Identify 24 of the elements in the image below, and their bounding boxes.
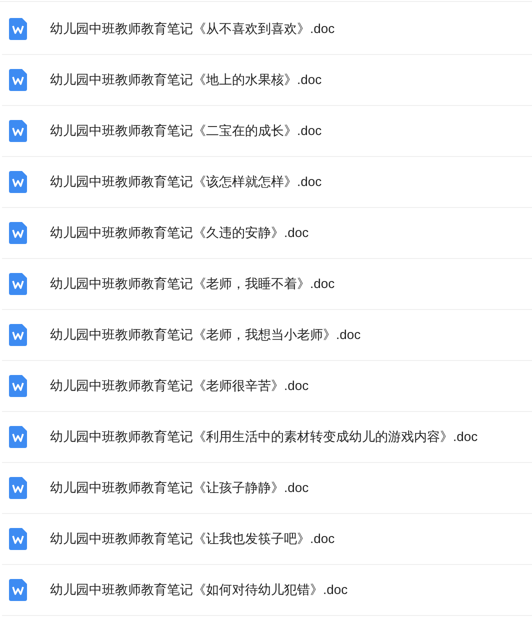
file-name[interactable]: 幼儿园中班教师教育笔记《老师，我想当小老师》.doc [50,326,361,344]
word-document-icon [9,273,27,295]
file-name[interactable]: 幼儿园中班教师教育笔记《让孩子静静》.doc [50,479,309,497]
file-name[interactable]: 幼儿园中班教师教育笔记《利用生活中的素材转变成幼儿的游戏内容》.doc [50,428,478,446]
word-document-icon [9,324,27,346]
file-name[interactable]: 幼儿园中班教师教育笔记《从不喜欢到喜欢》.doc [50,20,335,38]
word-document-icon [9,69,27,91]
file-name[interactable]: 幼儿园中班教师教育笔记《久违的安静》.doc [50,224,309,242]
file-name[interactable]: 幼儿园中班教师教育笔记《地上的水果核》.doc [50,71,322,89]
file-name[interactable]: 幼儿园中班教师教育笔记《让我也发筷子吧》.doc [50,530,335,548]
word-document-icon [9,375,27,397]
word-document-icon [9,579,27,601]
word-document-icon [9,120,27,142]
file-name[interactable]: 幼儿园中班教师教育笔记《二宝在的成长》.doc [50,122,322,140]
file-name[interactable]: 幼儿园中班教师教育笔记《如何对待幼儿犯错》.doc [50,581,348,599]
word-document-icon [9,528,27,550]
file-name[interactable]: 幼儿园中班教师教育笔记《老师，我睡不着》.doc [50,275,335,293]
word-document-icon [9,477,27,499]
file-name[interactable]: 幼儿园中班教师教育笔记《老师很辛苦》.doc [50,377,309,395]
word-document-icon [9,426,27,448]
word-document-icon [9,18,27,40]
file-name[interactable]: 幼儿园中班教师教育笔记《该怎样就怎样》.doc [50,173,322,191]
word-document-icon [9,222,27,244]
word-document-icon [9,171,27,193]
